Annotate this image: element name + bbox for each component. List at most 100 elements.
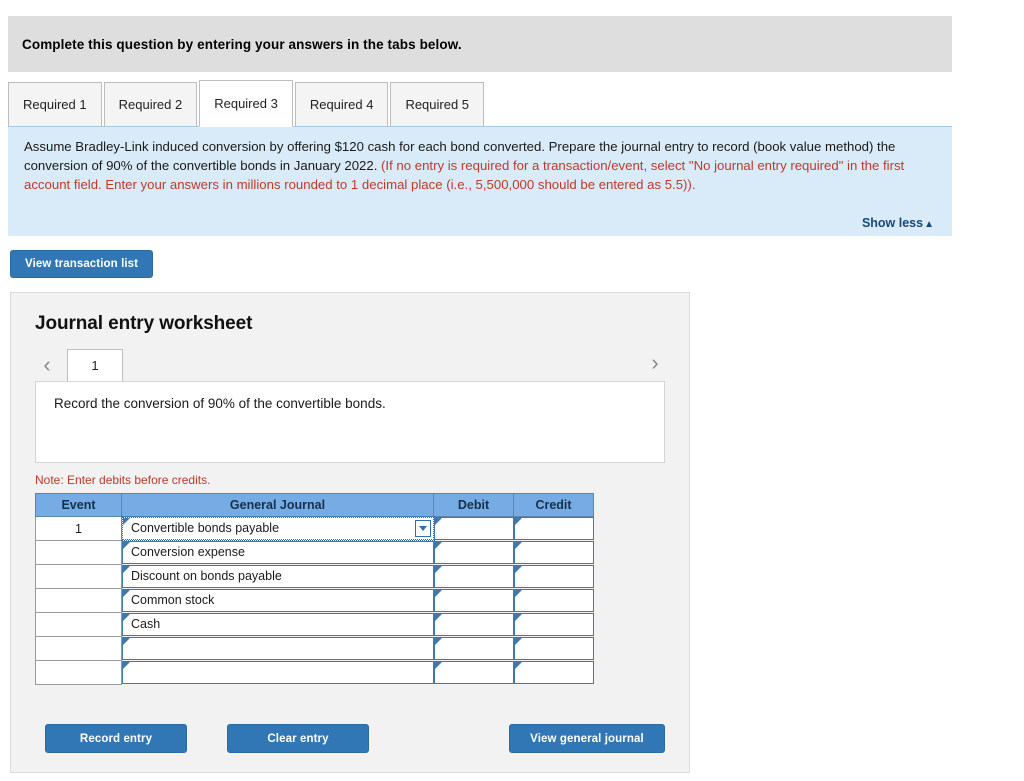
- journal-credit-cell: [513, 565, 594, 589]
- journal-credit-cell: [513, 637, 594, 661]
- instruction-text: Assume Bradley-Link induced conversion b…: [24, 137, 936, 194]
- journal-table-row: Cash: [35, 612, 594, 637]
- view-transaction-list-button[interactable]: View transaction list: [10, 250, 154, 278]
- cell-corner-flag-icon: [434, 566, 442, 573]
- journal-account-input[interactable]: Conversion expense: [122, 541, 434, 564]
- show-less-toggle[interactable]: Show less▲: [862, 216, 934, 230]
- cell-corner-flag-icon: [123, 662, 130, 669]
- clear-entry-button[interactable]: Clear entry: [227, 724, 369, 753]
- tab-label: Required 3: [214, 96, 278, 111]
- journal-table-row: Conversion expense: [35, 540, 594, 565]
- required-tabs: Required 1 Required 2 Required 3 Required 4…: [8, 80, 952, 128]
- journal-account-cell: Conversion expense: [122, 541, 434, 565]
- journal-account-input[interactable]: [122, 661, 434, 684]
- journal-account-value: Conversion expense: [131, 545, 245, 559]
- journal-credit-input[interactable]: [513, 517, 594, 541]
- record-description-box: Record the conversion of 90% of the conv…: [35, 381, 665, 463]
- journal-account-input[interactable]: Common stock: [122, 589, 434, 612]
- tab-label: Required 1: [23, 97, 87, 112]
- journal-account-input[interactable]: Discount on bonds payable: [122, 565, 434, 588]
- cell-corner-flag-icon: [514, 518, 522, 526]
- cell-corner-flag-icon: [434, 518, 442, 526]
- journal-table-row: [35, 636, 594, 661]
- journal-credit-input[interactable]: [513, 541, 594, 564]
- tab-required-2[interactable]: Required 2: [103, 82, 198, 127]
- journal-debit-cell: [433, 589, 514, 613]
- cell-corner-flag-icon: [123, 590, 130, 597]
- view-general-journal-button[interactable]: View general journal: [509, 724, 665, 753]
- journal-account-input[interactable]: Cash: [122, 613, 434, 636]
- cell-corner-flag-icon: [123, 518, 130, 526]
- pager-tab-1[interactable]: 1: [67, 349, 123, 381]
- journal-debit-cell: [433, 661, 514, 685]
- journal-event-cell: [35, 660, 122, 685]
- tab-required-1[interactable]: Required 1: [8, 82, 102, 127]
- journal-credit-cell: [513, 589, 594, 613]
- cell-corner-flag-icon: [434, 614, 442, 621]
- journal-debit-input[interactable]: [433, 637, 514, 660]
- cell-corner-flag-icon: [514, 590, 522, 597]
- cell-corner-flag-icon: [123, 566, 130, 573]
- journal-table-row: Discount on bonds payable: [35, 564, 594, 589]
- journal-debit-input[interactable]: [433, 565, 514, 588]
- record-entry-button[interactable]: Record entry: [45, 724, 187, 753]
- record-description-text: Record the conversion of 90% of the conv…: [54, 396, 386, 411]
- pager-next-icon[interactable]: ›: [643, 352, 667, 379]
- question-banner-text: Complete this question by entering your …: [22, 36, 462, 52]
- tab-label: Required 5: [405, 97, 470, 112]
- journal-debit-cell: [433, 637, 514, 661]
- cell-corner-flag-icon: [514, 662, 522, 669]
- journal-event-cell: [35, 588, 122, 613]
- tab-required-3[interactable]: Required 3: [199, 80, 293, 127]
- worksheet-action-buttons: Record entry Clear entry View general jo…: [11, 724, 689, 754]
- journal-debit-input[interactable]: [433, 661, 514, 684]
- journal-credit-cell: [513, 541, 594, 565]
- cell-corner-flag-icon: [514, 638, 522, 645]
- journal-account-cell: Cash: [122, 613, 434, 637]
- cell-corner-flag-icon: [123, 542, 130, 549]
- pager-prev-icon[interactable]: ‹: [35, 354, 59, 381]
- question-banner: Complete this question by entering your …: [8, 16, 952, 72]
- journal-account-value: Discount on bonds payable: [131, 569, 282, 583]
- cell-corner-flag-icon: [514, 542, 522, 549]
- journal-debit-input[interactable]: [433, 613, 514, 636]
- journal-table-body: 1 Convertible bonds payable Conversion exp…: [35, 516, 594, 685]
- journal-account-value: Cash: [131, 617, 161, 631]
- caret-up-icon: ▲: [924, 219, 934, 230]
- journal-entry-worksheet-panel: Journal entry worksheet ‹ 1 › Record the…: [10, 292, 690, 773]
- journal-event-cell: [35, 636, 122, 661]
- journal-credit-input[interactable]: [513, 589, 594, 612]
- cell-corner-flag-icon: [123, 638, 130, 645]
- journal-column-header: Debit: [433, 493, 514, 517]
- cell-corner-flag-icon: [434, 638, 442, 645]
- journal-debit-cell: [433, 517, 514, 541]
- journal-account-input[interactable]: [122, 637, 434, 660]
- journal-credit-input[interactable]: [513, 613, 594, 636]
- journal-debit-input[interactable]: [433, 589, 514, 612]
- journal-entry-table: Event General Journal Debit Credit 1 Convert…: [35, 493, 594, 685]
- journal-debit-input[interactable]: [433, 517, 514, 541]
- cell-corner-flag-icon: [123, 614, 130, 621]
- journal-debit-input[interactable]: [433, 541, 514, 564]
- journal-event-cell: [35, 564, 122, 589]
- journal-credit-input[interactable]: [513, 637, 594, 660]
- cell-corner-flag-icon: [434, 590, 442, 597]
- journal-credit-input[interactable]: [513, 565, 594, 588]
- journal-event-cell: [35, 540, 122, 565]
- tab-required-4[interactable]: Required 4: [294, 82, 389, 127]
- journal-column-header: Event: [35, 493, 122, 517]
- tab-required-5[interactable]: Required 5: [390, 82, 485, 127]
- journal-account-input[interactable]: Convertible bonds payable: [121, 516, 435, 542]
- journal-credit-input[interactable]: [513, 661, 594, 684]
- tab-label: Required 4: [309, 97, 374, 112]
- journal-column-header: Credit: [513, 493, 594, 517]
- journal-account-cell: Common stock: [122, 589, 434, 613]
- journal-event-cell: [35, 612, 122, 637]
- journal-table-row: [35, 660, 594, 685]
- chevron-down-icon[interactable]: [414, 520, 431, 538]
- cell-corner-flag-icon: [434, 662, 442, 669]
- journal-credit-cell: [513, 517, 594, 541]
- journal-debit-cell: [433, 613, 514, 637]
- journal-debit-cell: [433, 541, 514, 565]
- journal-account-cell: Discount on bonds payable: [122, 565, 434, 589]
